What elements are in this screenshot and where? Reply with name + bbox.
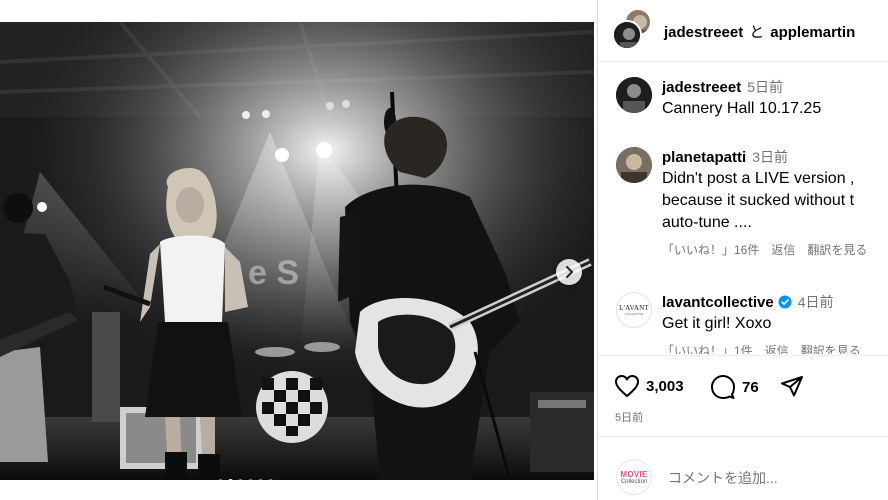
comment-text: Get it girl! Xoxo [662, 315, 772, 332]
concert-photo: e S t [0, 22, 594, 480]
carousel-dot [268, 479, 273, 480]
comment-time[interactable]: 5日前 [747, 79, 783, 95]
avatar-logo-text: L'AVANT [619, 304, 649, 312]
avatar[interactable]: L'AVANT COLLECTIVE [616, 292, 652, 328]
reply-button[interactable]: 返信 [765, 344, 789, 354]
comment-meta: 「いいね！」1件 返信 翻訳を見る [662, 342, 873, 354]
heart-icon [615, 375, 639, 397]
post-header: jadestreeet と applemartin [598, 0, 888, 62]
share-button[interactable] [780, 375, 804, 397]
see-translation-button[interactable]: 翻訳を見る [801, 344, 861, 354]
comment-text: Didn't post a LIVE version , because it … [662, 170, 855, 231]
comment-count[interactable]: 76 [742, 379, 759, 396]
author-connector: と [749, 24, 765, 41]
like-count[interactable]: 3,003 [646, 378, 684, 395]
post-timestamp[interactable]: 5日前 [615, 409, 643, 425]
action-bar: 3,003 76 5日前 [598, 355, 888, 435]
comment-likes[interactable]: 「いいね！」1件 [662, 344, 753, 354]
svg-text:e S: e S [248, 254, 299, 292]
verified-badge-icon [778, 295, 792, 309]
post-photo[interactable]: e S t [0, 22, 594, 480]
comment-time[interactable]: 3日前 [752, 149, 788, 165]
like-button[interactable]: 3,003 [614, 374, 684, 398]
comment-composer: MOVIE Collection [598, 436, 888, 500]
caption: jadestreeet 5日前 Cannery Hall 10.17.25 [598, 77, 821, 120]
comment-icon [711, 375, 735, 399]
reply-button[interactable]: 返信 [771, 243, 795, 257]
carousel-dot [258, 479, 263, 480]
avatar: MOVIE Collection [616, 459, 652, 495]
carousel-indicator [218, 479, 273, 480]
comment-input[interactable] [668, 470, 868, 486]
comment-username[interactable]: lavantcollective [662, 294, 774, 311]
comment-button[interactable]: 76 [710, 374, 759, 400]
post-sidebar: jadestreeet と applemartin jadestreeet 5日前 C… [597, 0, 888, 500]
chevron-right-icon [566, 266, 573, 278]
comment-username[interactable]: planetapatti [662, 149, 746, 166]
comment-time[interactable]: 4日前 [798, 294, 834, 310]
comment-item: planetapatti 3日前 Didn't post a LIVE versi… [598, 147, 879, 258]
comment-text: Cannery Hall 10.17.25 [662, 100, 822, 117]
carousel-dot [238, 479, 243, 480]
author-link[interactable]: jadestreeet [664, 24, 743, 41]
comment-likes[interactable]: 「いいね！」16件 [662, 243, 759, 257]
comment-item: L'AVANT COLLECTIVE lavantcollective 4日前 G… [598, 292, 873, 354]
avatar[interactable] [616, 147, 652, 183]
avatar-logo-subtext: COLLECTIVE [624, 312, 644, 316]
next-slide-button[interactable] [556, 259, 582, 285]
avatar-logo-text: MOVIE [620, 469, 648, 479]
author-link[interactable]: applemartin [770, 24, 855, 41]
comment-username[interactable]: jadestreeet [662, 79, 741, 96]
carousel-dot [218, 479, 223, 480]
collab-avatars[interactable] [612, 8, 656, 52]
comments-list[interactable]: jadestreeet 5日前 Cannery Hall 10.17.25 pla… [598, 63, 888, 354]
avatar-logo-subtext: Collection [620, 478, 648, 485]
comment-meta: 「いいね！」16件 返信 翻訳を見る [662, 241, 879, 258]
avatar[interactable] [612, 20, 642, 50]
share-icon [781, 376, 803, 397]
carousel-dot [228, 479, 233, 480]
carousel-dot [248, 479, 253, 480]
post-authors: jadestreeet と applemartin [664, 21, 855, 42]
see-translation-button[interactable]: 翻訳を見る [807, 243, 867, 257]
avatar[interactable] [616, 77, 652, 113]
